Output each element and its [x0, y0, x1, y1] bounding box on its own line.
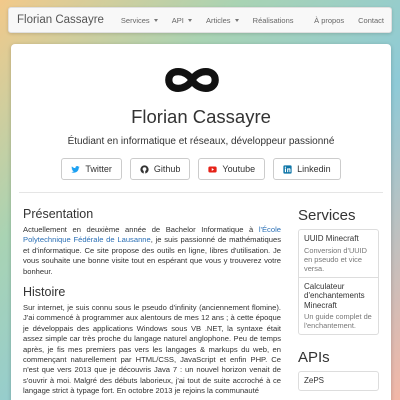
caret-down-icon	[234, 19, 239, 23]
service-item-desc: Conversion d'UUID en pseudo et vice vers…	[304, 245, 368, 273]
nav-item-contact[interactable]: Contact	[351, 16, 391, 25]
nav-item-label: Articles	[205, 15, 231, 25]
apis-list: ZePS	[298, 371, 379, 391]
nav-item-realisations[interactable]: Réalisations	[246, 16, 301, 25]
nav-item-label: API	[171, 15, 184, 25]
api-item-title: ZePS	[304, 376, 325, 385]
github-icon	[140, 164, 149, 174]
divider	[19, 192, 383, 193]
twitter-label: Twitter	[85, 164, 112, 174]
sidebar: Services UUID Minecraft Conversion d'UUI…	[298, 207, 379, 400]
caret-down-icon	[187, 19, 192, 23]
section-title-presentation: Présentation	[23, 207, 94, 221]
presentation-text: Actuellement en deuxième année de Bachel…	[23, 225, 281, 277]
nav-item-services[interactable]: Services	[114, 16, 165, 25]
presentation-text-start: Actuellement en deuxième année de Bachel…	[23, 225, 259, 234]
sidebar-title-apis: APIs	[298, 349, 330, 366]
section-title-histoire: Histoire	[23, 285, 66, 300]
main-column: Présentation Actuellement en deuxième an…	[23, 207, 281, 400]
main-card: Florian Cassayre Étudiant en informatiqu…	[11, 44, 391, 400]
navbar: Florian Cassayre Services API Articles R…	[8, 7, 392, 33]
infinity-icon	[165, 68, 219, 92]
twitter-icon	[71, 165, 80, 173]
twitter-button[interactable]: Twitter	[61, 158, 122, 180]
navbar-brand[interactable]: Florian Cassayre	[9, 14, 114, 26]
youtube-icon	[208, 166, 218, 172]
youtube-button[interactable]: Youtube	[198, 158, 266, 180]
nav-item-api[interactable]: API	[165, 16, 199, 25]
histoire-text: Sur internet, je suis connu sous le pseu…	[23, 303, 281, 396]
linkedin-label: Linkedin	[297, 164, 331, 174]
service-item-title: UUID Minecraft	[304, 234, 359, 243]
services-list: UUID Minecraft Conversion d'UUID en pseu…	[298, 229, 379, 335]
service-item-title: Calculateur d'enchantements Minecraft	[304, 281, 365, 310]
caret-down-icon	[153, 19, 158, 23]
api-item-zeps[interactable]: ZePS	[299, 372, 378, 390]
nav-item-articles[interactable]: Articles	[199, 16, 246, 25]
page-subtitle: Étudiant en informatique et réseaux, dév…	[67, 136, 335, 147]
nav-item-label: Services	[120, 15, 150, 25]
service-item-desc: Un guide complet de l'enchantement.	[304, 312, 372, 330]
youtube-label: Youtube	[222, 164, 256, 174]
social-buttons: Twitter Github Youtube Linkedin	[11, 158, 391, 180]
linkedin-button[interactable]: Linkedin	[273, 158, 341, 180]
sidebar-title-services: Services	[298, 207, 356, 224]
nav-item-a-propos[interactable]: À propos	[307, 16, 351, 25]
github-button[interactable]: Github	[129, 158, 191, 180]
page-title: Florian Cassayre	[131, 106, 271, 127]
service-item-uuid[interactable]: UUID Minecraft Conversion d'UUID en pseu…	[299, 230, 378, 278]
service-item-enchantements[interactable]: Calculateur d'enchantements Minecraft Un…	[299, 278, 378, 335]
linkedin-icon	[283, 164, 292, 174]
github-label: Github	[153, 164, 181, 174]
